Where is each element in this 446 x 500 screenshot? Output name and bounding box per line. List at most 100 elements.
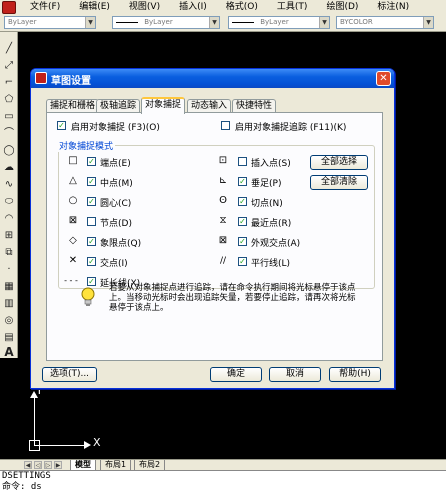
nearest-checkbox[interactable]: ✓ xyxy=(238,217,247,226)
menu-tools[interactable]: 工具(T) xyxy=(277,0,308,14)
last-tab-icon[interactable]: ▶ xyxy=(54,461,62,469)
tab-layout1[interactable]: 布局1 xyxy=(100,460,132,470)
endpoint-icon: □ xyxy=(68,155,78,166)
lineweight-combo[interactable]: ByLayer ▼ xyxy=(228,16,330,29)
insert-block-icon[interactable]: ⊞ xyxy=(2,229,16,242)
chevron-down-icon[interactable]: ▼ xyxy=(319,17,329,28)
revcloud-tool-icon[interactable]: ☁ xyxy=(2,161,16,174)
enable-osnap-label: 启用对象捕捉 (F3)(O) xyxy=(71,123,160,133)
make-block-icon[interactable]: ⧉ xyxy=(2,246,16,259)
menu-format[interactable]: 格式(O) xyxy=(226,0,258,14)
endpoint-checkbox[interactable]: ✓ xyxy=(87,157,96,166)
region-tool-icon[interactable]: ◎ xyxy=(2,314,16,327)
mtext-tool-icon[interactable]: A xyxy=(2,346,16,359)
tab-object-snap[interactable]: 对象捕捉 xyxy=(141,97,186,114)
properties-toolbar: ByLayer ▼ ByLayer ▼ ByLayer ▼ BYCOLOR ▼ xyxy=(0,14,446,32)
help-button[interactable]: 帮助(H) xyxy=(329,367,381,382)
point-tool-icon[interactable]: · xyxy=(2,263,16,276)
center-icon: ○ xyxy=(68,195,78,206)
tangent-checkbox[interactable]: ✓ xyxy=(238,197,247,206)
tab-quick-properties[interactable]: 快捷特性 xyxy=(232,99,277,113)
lineweight-combo-value: ByLayer xyxy=(260,18,289,26)
tab-polar-tracking[interactable]: 极轴追踪 xyxy=(96,99,141,113)
menu-items: 文件(F) 编辑(E) 视图(V) 插入(I) 格式(O) 工具(T) 绘图(D… xyxy=(30,0,428,14)
clear-all-button[interactable]: 全部清除 xyxy=(310,175,368,190)
midpoint-label: 中点(M) xyxy=(100,179,133,189)
node-checkbox[interactable] xyxy=(87,217,96,226)
menu-edit[interactable]: 编辑(E) xyxy=(79,0,110,14)
ok-button[interactable]: 确定 xyxy=(210,367,262,382)
ellipse-tool-icon[interactable]: ⬭ xyxy=(2,195,16,208)
dialog-title: 草图设置 xyxy=(51,76,91,87)
next-tab-icon[interactable]: ▷ xyxy=(44,461,52,469)
tab-dynamic-input[interactable]: 动态输入 xyxy=(187,99,232,113)
line-tool-icon[interactable]: ╱ xyxy=(2,42,16,55)
close-button[interactable]: ✕ xyxy=(376,71,391,86)
midpoint-checkbox[interactable]: ✓ xyxy=(87,177,96,186)
chevron-down-icon[interactable]: ▼ xyxy=(209,17,219,28)
cancel-button[interactable]: 取消 xyxy=(269,367,321,382)
construction-line-icon[interactable]: ⤢ xyxy=(2,59,16,72)
parallel-checkbox[interactable]: ✓ xyxy=(238,257,247,266)
perpendicular-icon: ⊾ xyxy=(218,175,228,186)
extension-checkbox[interactable]: ✓ xyxy=(87,277,96,286)
command-line[interactable]: DSETTINGS 命令: ds xyxy=(0,470,446,500)
apparent-intersection-checkbox[interactable]: ✓ xyxy=(238,237,247,246)
menu-dimension[interactable]: 标注(N) xyxy=(377,0,409,14)
polygon-tool-icon[interactable]: ⬠ xyxy=(2,93,16,106)
menu-bar: 文件(F) 编辑(E) 视图(V) 插入(I) 格式(O) 工具(T) 绘图(D… xyxy=(0,0,446,14)
quadrant-label: 象限点(Q) xyxy=(100,239,142,249)
linetype-combo[interactable]: ByLayer ▼ xyxy=(112,16,220,29)
layout-tab-bar: ◀ ◁ ▷ ▶ 模型 布局1 布局2 xyxy=(0,459,446,470)
arc-tool-icon[interactable]: ⌒ xyxy=(2,127,16,140)
draw-toolbar: ╱ ⤢ ⌐ ⬠ ▭ ⌒ ◯ ☁ ∿ ⬭ ◠ ⊞ ⧉ · ▦ ▥ ◎ ▤ A xyxy=(0,32,18,359)
gradient-tool-icon[interactable]: ▥ xyxy=(2,297,16,310)
menu-view[interactable]: 视图(V) xyxy=(129,0,160,14)
hatch-tool-icon[interactable]: ▦ xyxy=(2,280,16,293)
tab-layout2[interactable]: 布局2 xyxy=(134,460,166,470)
tab-snap-grid[interactable]: 捕捉和栅格 xyxy=(46,99,100,113)
perpendicular-checkbox[interactable]: ✓ xyxy=(238,177,247,186)
autocad-logo-icon[interactable] xyxy=(2,1,16,14)
insertion-checkbox[interactable] xyxy=(238,157,247,166)
intersection-checkbox[interactable]: ✓ xyxy=(87,257,96,266)
plotstyle-combo[interactable]: BYCOLOR ▼ xyxy=(336,16,434,29)
spline-tool-icon[interactable]: ∿ xyxy=(2,178,16,191)
linetype-swatch xyxy=(116,21,138,23)
nearest-icon: ⧖ xyxy=(219,215,227,226)
enable-osnap-checkbox[interactable]: ✓ xyxy=(57,121,66,130)
menu-file[interactable]: 文件(F) xyxy=(30,0,60,14)
first-tab-icon[interactable]: ◀ xyxy=(24,461,32,469)
insertion-label: 插入点(S) xyxy=(251,159,291,169)
chevron-down-icon[interactable]: ▼ xyxy=(423,17,433,28)
rectangle-tool-icon[interactable]: ▭ xyxy=(2,110,16,123)
menu-insert[interactable]: 插入(I) xyxy=(179,0,207,14)
menu-draw[interactable]: 绘图(D) xyxy=(326,0,358,14)
select-all-button[interactable]: 全部选择 xyxy=(310,155,368,170)
enable-osnap-tracking-checkbox[interactable] xyxy=(221,121,230,130)
center-label: 圆心(C) xyxy=(100,199,132,209)
ucs-y-axis xyxy=(34,393,35,445)
ellipse-arc-tool-icon[interactable]: ◠ xyxy=(2,212,16,225)
options-button[interactable]: 选项(T)... xyxy=(42,367,97,382)
center-checkbox[interactable]: ✓ xyxy=(87,197,96,206)
intersection-icon: ✕ xyxy=(68,255,78,266)
table-tool-icon[interactable]: ▤ xyxy=(2,331,16,344)
tangent-label: 切点(N) xyxy=(251,199,283,209)
prev-tab-icon[interactable]: ◁ xyxy=(34,461,42,469)
insertion-icon: ⊡ xyxy=(218,155,228,166)
lineweight-swatch xyxy=(232,21,254,23)
dialog-titlebar[interactable]: 草图设置 ✕ xyxy=(31,69,394,88)
node-icon: ⊠ xyxy=(68,215,78,226)
tracking-info-text: 若要从对象捕捉点进行追踪，请在命令执行期间将光标悬停于该点上。当移动光标时会出现… xyxy=(109,283,356,313)
tangent-icon: ʘ xyxy=(219,195,227,206)
object-snap-page: ✓ 启用对象捕捉 (F3)(O) 启用对象捕捉追踪 (F11)(K) 对象捕捉模… xyxy=(46,112,383,361)
circle-tool-icon[interactable]: ◯ xyxy=(2,144,16,157)
chevron-down-icon[interactable]: ▼ xyxy=(85,17,95,28)
polyline-tool-icon[interactable]: ⌐ xyxy=(2,76,16,89)
tab-model[interactable]: 模型 xyxy=(70,460,96,470)
plotstyle-combo-value: BYCOLOR xyxy=(340,18,373,26)
quadrant-checkbox[interactable]: ✓ xyxy=(87,237,96,246)
endpoint-label: 端点(E) xyxy=(100,159,131,169)
layer-combo[interactable]: ByLayer ▼ xyxy=(4,16,96,29)
